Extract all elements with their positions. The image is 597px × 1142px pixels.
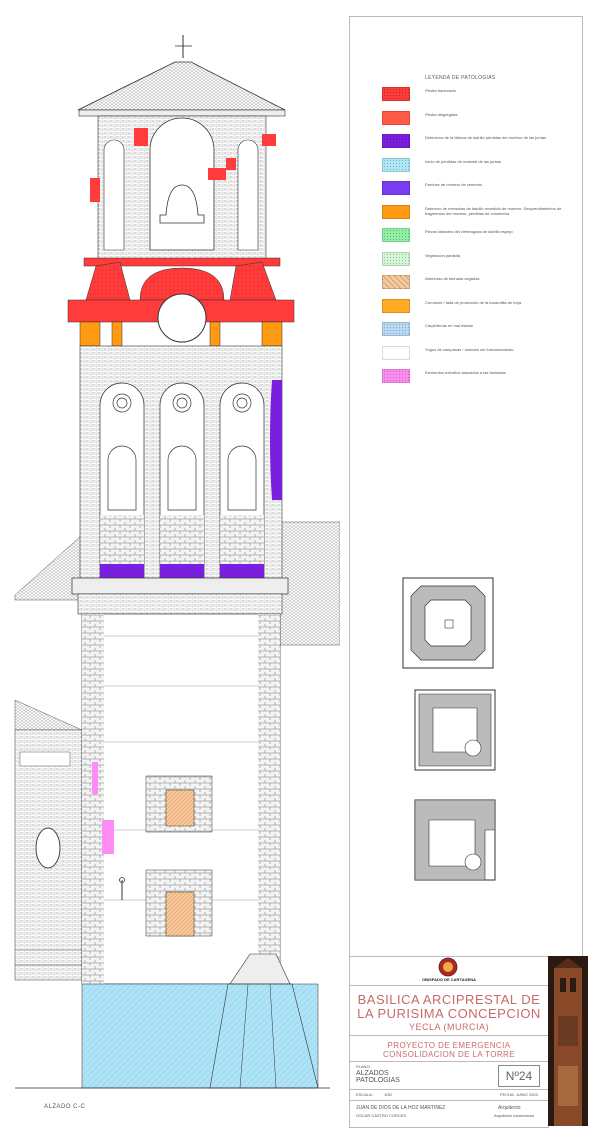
legend-swatch	[382, 298, 410, 313]
scale-label: ESCALA:	[356, 1092, 373, 1097]
legend-label: Deterioro de ménsulas de ladrillo revest…	[425, 205, 562, 216]
lantern-roof	[77, 35, 286, 117]
legend-item: Carpinterías en mal estado	[382, 322, 582, 338]
legend-label: Carpinterías en mal estado	[425, 323, 474, 328]
belfry	[90, 115, 276, 265]
sheet-number: Nº24	[498, 1065, 540, 1087]
plan-belfry	[402, 577, 494, 669]
legend-label: Piedra disgregada	[425, 111, 458, 117]
legend-item: Piedra disgregada	[382, 110, 582, 127]
legend-label: Yugos de campanas / motores sin funciona…	[425, 346, 514, 352]
legend-item: Piezas faltantes del vierteaguas de ladr…	[382, 228, 582, 244]
floor-plans	[402, 577, 496, 881]
tower-upper-shaft	[79, 345, 283, 579]
legend-label: Deterioros de la fábrica de ladrillo pér…	[425, 135, 546, 140]
legend-item: Elementos extraños adosados a las fachad…	[382, 369, 582, 385]
plano-label: PLANO:	[356, 1064, 371, 1069]
architect-name-1: JUAN DE DIOS DE LA HOZ MARTINEZ	[356, 1105, 446, 1111]
plan-lower	[414, 799, 496, 881]
legend-label: Elementos extraños adosados a las fachad…	[425, 370, 506, 375]
legend-item: Yugos de campanas / motores sin funciona…	[382, 345, 582, 362]
damp-base-zone	[81, 983, 319, 1089]
legend-swatch	[382, 87, 410, 101]
cornice-damaged	[67, 257, 295, 347]
scale-value: 1/50	[384, 1092, 392, 1097]
tower-elevation-drawing	[14, 35, 340, 1089]
church-name-line1: BASILICA ARCIPRESTAL DE	[357, 992, 541, 1007]
legend-label: Piedra fracturada	[425, 88, 456, 93]
legend-item: Piedra fracturada	[382, 87, 582, 103]
mid-cornice-2	[77, 593, 283, 615]
diocese-name: OBISPADO DE CARTAGENA	[421, 977, 477, 982]
legend-swatch	[382, 322, 410, 336]
legend-label: Vegetación parásita	[425, 252, 461, 258]
legend-swatch	[382, 134, 410, 148]
date-label: FECHA: JUNIO 2003	[500, 1092, 538, 1097]
project-line2: CONSOLIDACION DE LA TORRE	[383, 1050, 515, 1059]
legend-label: Aberturas de fachada cegadas	[425, 276, 480, 281]
title-block: OBISPADO DE CARTAGENA BASILICA ARCIPREST…	[349, 956, 549, 1128]
legend-label: Piezas faltantes del vierteaguas de ladr…	[425, 229, 513, 234]
legend-title: LEYENDA DE PATOLOGIAS	[425, 75, 496, 81]
legend-label: Inicio de pérdidas de material de las ju…	[425, 158, 501, 164]
legend-item: Parches de mortero de cemento	[382, 181, 582, 197]
legend-label: Parches de mortero de cemento	[425, 182, 483, 187]
legend-swatch	[382, 204, 410, 219]
tower-photo	[548, 956, 588, 1126]
mid-cornice	[71, 577, 289, 595]
legend-item: Inicio de pérdidas de material de las ju…	[382, 157, 582, 174]
legend-item: Deterioro de ménsulas de ladrillo revest…	[382, 204, 582, 221]
legend-item: Aberturas de fachada cegadas	[382, 275, 582, 291]
legend-swatch	[382, 275, 410, 289]
legend-swatch	[382, 110, 410, 125]
view-label: ALZADO C-C	[44, 1104, 86, 1110]
town-name: YECLA (MURCIA)	[408, 1022, 489, 1032]
legend-swatch	[382, 181, 410, 195]
adjacent-roof-left	[14, 534, 83, 731]
legend-swatch	[382, 345, 410, 360]
adjacent-roof-right	[279, 521, 340, 646]
legend-item: Deterioros de la fábrica de ladrillo pér…	[382, 134, 582, 150]
legend-label: Corrosión / falta de protección de la ba…	[425, 299, 522, 305]
legend-item: Corrosión / falta de protección de la ba…	[382, 298, 582, 315]
tower-lower-shaft	[81, 613, 281, 985]
plan-middle	[414, 689, 496, 771]
legend-swatch	[382, 251, 410, 266]
legend-item: Vegetación parásita	[382, 251, 582, 268]
architect-role-1: Arquitecto	[498, 1105, 521, 1111]
project-line1: PROYECTO DE EMERGENCIA	[387, 1041, 511, 1050]
architect-name-2: OSCAR CASTRO CORCES	[356, 1113, 407, 1118]
legend-swatch	[382, 157, 410, 172]
diocese-logo-icon	[438, 957, 458, 977]
legend-swatch	[382, 228, 410, 242]
legend-swatch	[382, 369, 410, 383]
church-name-line2: LA PURISIMA CONCEPCION	[357, 1006, 541, 1021]
nave-facade	[14, 729, 83, 981]
architect-role-2: Arquitecto colaborador	[494, 1113, 535, 1118]
plano-line2: PATOLOGIAS	[356, 1077, 400, 1084]
plano-line1: ALZADOS	[356, 1070, 389, 1077]
